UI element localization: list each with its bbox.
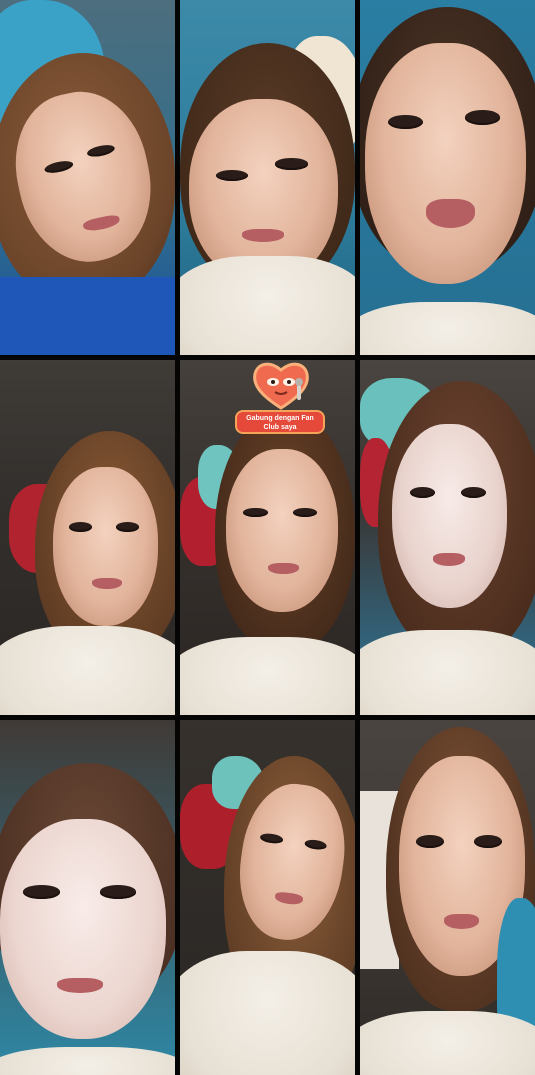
video-tile-8[interactable] — [180, 720, 355, 1075]
mouth — [56, 977, 104, 994]
mouth — [274, 891, 304, 906]
fan-club-label[interactable]: Gabung dengan Fan Club saya — [235, 410, 325, 434]
right-eye — [275, 158, 308, 170]
left-eye — [409, 486, 436, 498]
mouth — [242, 228, 284, 242]
mouth — [92, 578, 122, 590]
video-tile-1[interactable] — [0, 0, 175, 355]
fan-club-sticker[interactable]: Gabung dengan Fan Club saya — [235, 358, 330, 436]
left-eye — [215, 169, 249, 181]
right-eye — [474, 834, 502, 848]
white-top — [0, 626, 175, 715]
left-eye — [243, 507, 269, 518]
white-top — [360, 301, 535, 355]
right-eye — [460, 486, 487, 498]
white-top — [180, 255, 355, 355]
video-grid: Gabung dengan Fan Club saya — [0, 0, 535, 1075]
right-eye — [304, 838, 328, 852]
left-eye — [387, 115, 424, 130]
right-eye — [115, 522, 139, 532]
video-tile-6[interactable] — [360, 360, 535, 715]
mouth — [443, 913, 480, 930]
video-tile-4[interactable] — [0, 360, 175, 715]
face — [365, 42, 527, 284]
mouth — [426, 199, 475, 229]
face — [0, 819, 167, 1040]
right-eye — [85, 143, 116, 160]
video-tile-9[interactable] — [360, 720, 535, 1075]
left-eye — [23, 885, 60, 899]
video-tile-7[interactable] — [0, 720, 175, 1075]
right-eye — [292, 507, 318, 518]
right-eye — [465, 110, 501, 125]
left-eye — [416, 834, 444, 848]
white-top — [360, 1011, 535, 1075]
left-eye — [259, 832, 284, 845]
white-top — [360, 629, 535, 715]
right-eye — [99, 885, 137, 899]
white-top — [180, 636, 355, 715]
white-top — [0, 1046, 175, 1075]
blue-blanket — [0, 276, 175, 355]
face — [391, 423, 507, 609]
face — [52, 466, 158, 627]
mouth — [81, 213, 121, 233]
mouth — [433, 553, 466, 566]
white-top — [180, 950, 355, 1075]
mouth — [268, 563, 300, 575]
face — [225, 448, 338, 613]
left-eye — [42, 159, 74, 176]
video-tile-3[interactable] — [360, 0, 535, 355]
left-eye — [69, 522, 93, 532]
video-tile-2[interactable] — [180, 0, 355, 355]
heart-mascot-icon — [251, 358, 311, 412]
